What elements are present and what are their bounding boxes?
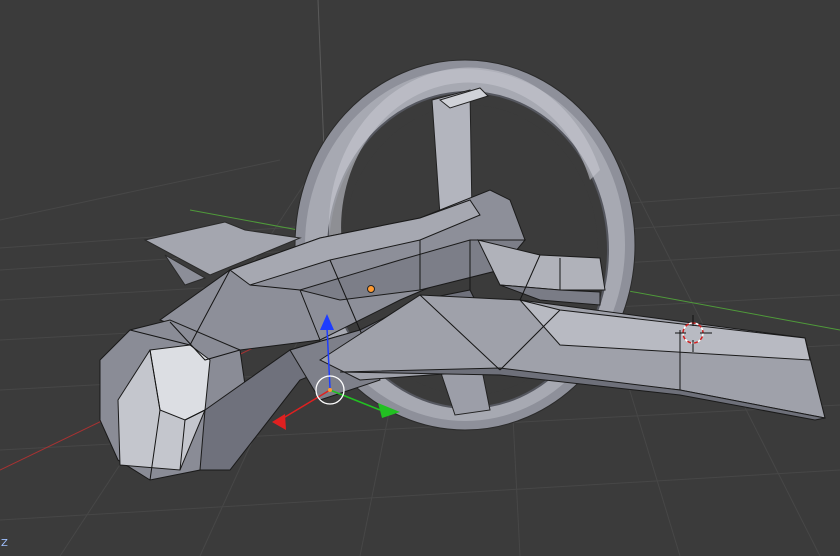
viewport-canvas[interactable]	[0, 0, 840, 556]
3d-viewport[interactable]: Z	[0, 0, 840, 556]
view-axis-label: Z	[1, 538, 8, 549]
object-origin[interactable]	[367, 285, 375, 293]
manipulator-x-handle	[272, 414, 286, 430]
